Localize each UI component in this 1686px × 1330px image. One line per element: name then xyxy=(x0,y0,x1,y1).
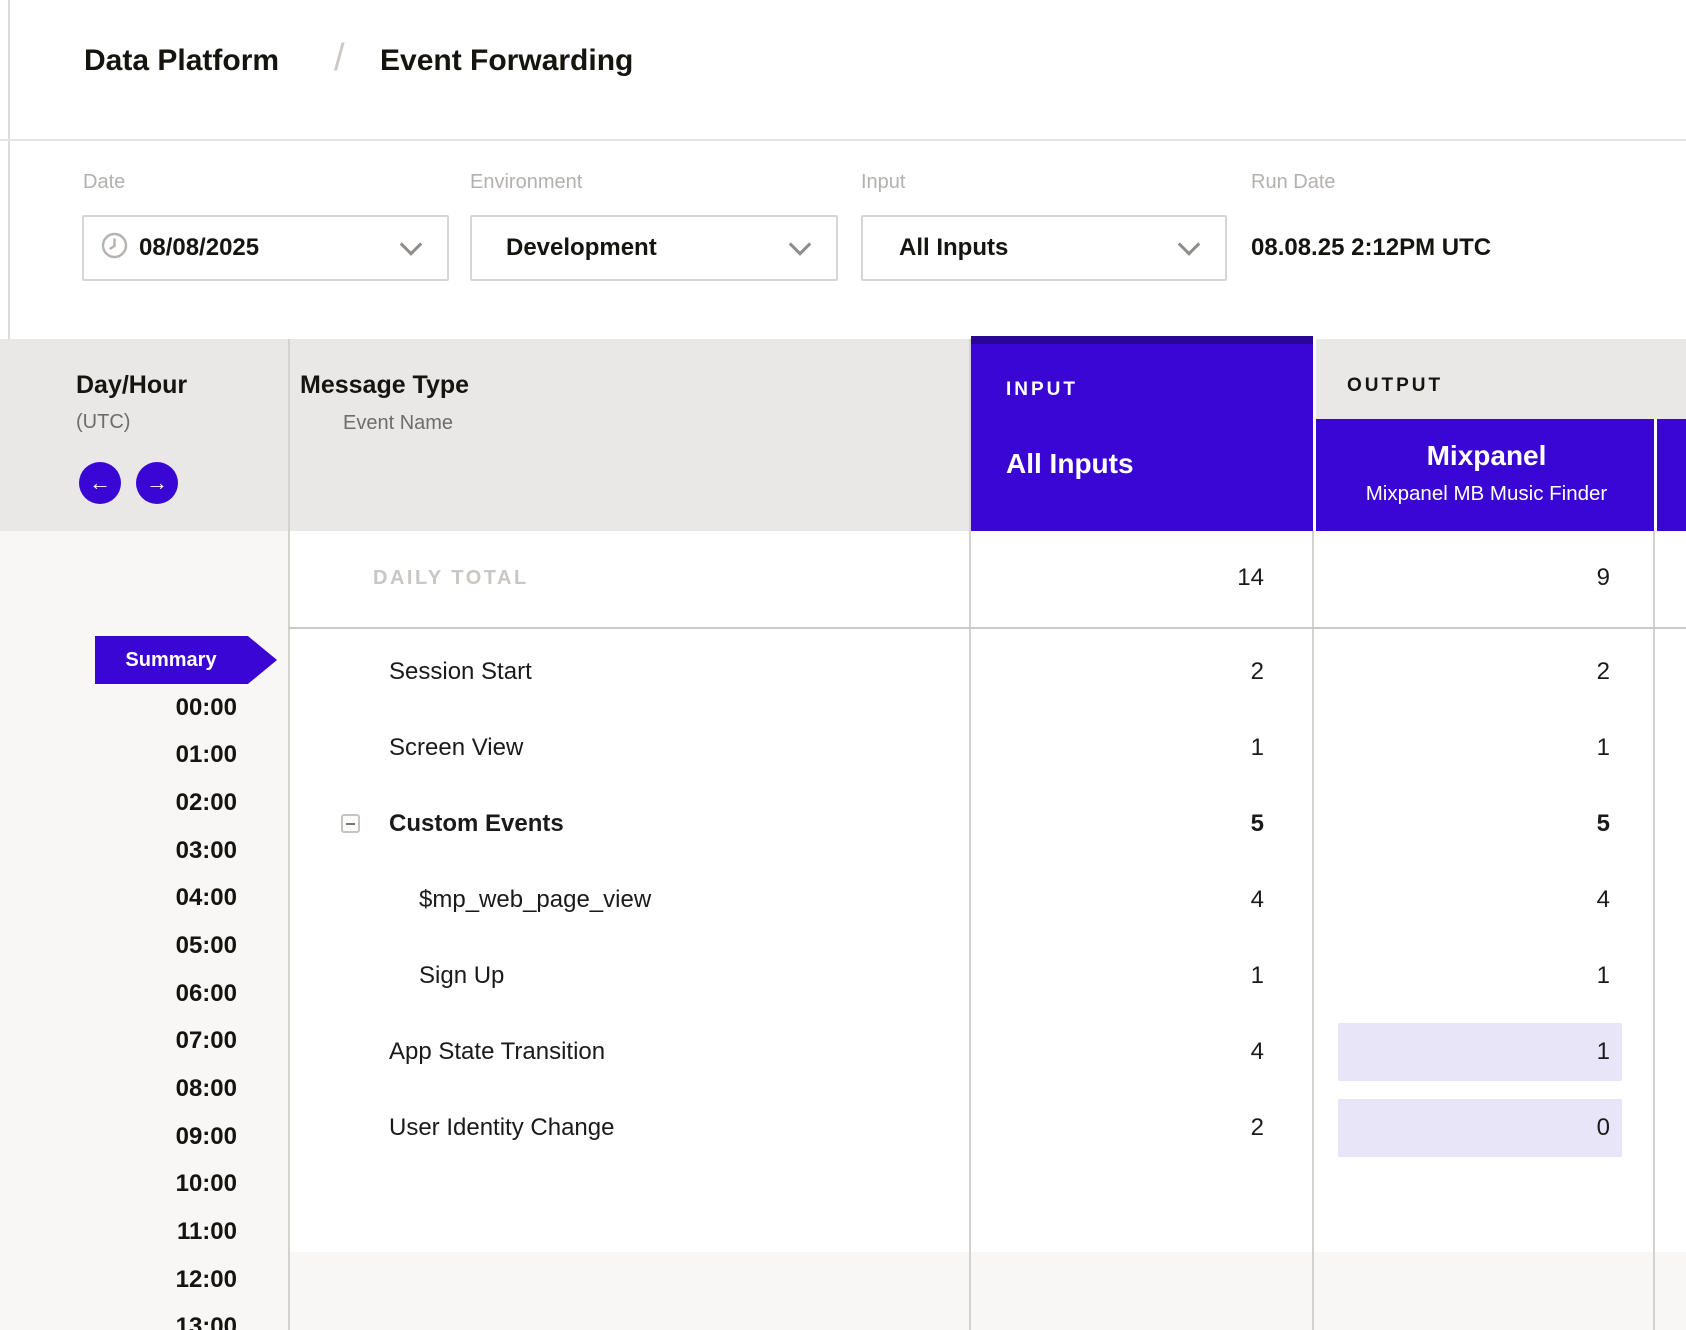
arrow-left-icon: ← xyxy=(89,470,111,495)
output-column-header-partial[interactable] xyxy=(1654,419,1686,532)
hour-row-05[interactable]: 05:00 xyxy=(97,931,237,961)
row-input-value: 2 xyxy=(1184,1113,1264,1143)
day-hour-subtitle: (UTC) xyxy=(76,410,130,434)
hour-row-04[interactable]: 04:00 xyxy=(97,883,237,913)
output-section-label: OUTPUT xyxy=(1347,374,1443,398)
hour-row-12[interactable]: 12:00 xyxy=(97,1265,237,1295)
chevron-down-icon xyxy=(1178,233,1201,256)
daily-total-output-value: 9 xyxy=(1530,563,1610,593)
row-label: $mp_web_page_view xyxy=(419,885,651,915)
previous-day-button[interactable]: ← xyxy=(79,462,121,504)
row-output-value: 1 xyxy=(1530,733,1610,763)
hour-row-11[interactable]: 11:00 xyxy=(97,1217,237,1247)
hour-row-00[interactable]: 00:00 xyxy=(97,693,237,723)
row-input-value: 1 xyxy=(1184,961,1264,991)
row-input-value: 1 xyxy=(1184,733,1264,763)
event-forwarding-page: Data Platform / Event Forwarding Date En… xyxy=(0,0,1686,1330)
output-column-header-mixpanel[interactable]: Mixpanel Mixpanel MB Music Finder xyxy=(1313,419,1657,532)
row-label: User Identity Change xyxy=(389,1113,614,1143)
next-day-button[interactable]: → xyxy=(136,462,178,504)
day-hour-header: Day/Hour xyxy=(76,370,187,400)
row-output-value: 1 xyxy=(1530,961,1610,991)
minus-icon xyxy=(346,823,355,825)
collapse-toggle[interactable] xyxy=(341,814,360,833)
daily-total-divider xyxy=(289,627,1686,629)
row-input-value: 5 xyxy=(1184,809,1264,839)
environment-value: Development xyxy=(506,234,657,262)
row-input-value: 4 xyxy=(1184,885,1264,915)
row-output-value: 1 xyxy=(1530,1037,1610,1067)
run-date-value: 08.08.25 2:12PM UTC xyxy=(1251,215,1491,281)
breadcrumb-separator: / xyxy=(334,33,345,83)
daily-total-label: DAILY TOTAL xyxy=(373,565,529,591)
row-output-value: 2 xyxy=(1530,657,1610,687)
input-dropdown[interactable]: All Inputs xyxy=(861,215,1227,281)
output-column-divider xyxy=(1312,531,1314,1330)
clock-icon xyxy=(101,232,128,264)
date-value: 08/08/2025 xyxy=(139,234,259,262)
message-type-subtitle: Event Name xyxy=(343,411,453,435)
row-output-value: 4 xyxy=(1530,885,1610,915)
hour-row-13[interactable]: 13:00 xyxy=(97,1312,237,1330)
row-label: Session Start xyxy=(389,657,532,687)
row-label: Custom Events xyxy=(389,809,564,839)
row-output-value: 5 xyxy=(1530,809,1610,839)
sidebar-divider xyxy=(288,339,290,1330)
input-column-name: All Inputs xyxy=(1006,448,1134,480)
date-dropdown[interactable]: 08/08/2025 xyxy=(82,215,449,281)
chevron-down-icon xyxy=(789,233,812,256)
partial-column-divider xyxy=(1653,531,1655,1330)
date-filter-label: Date xyxy=(83,170,125,194)
breadcrumb-data-platform[interactable]: Data Platform xyxy=(84,40,279,82)
environment-dropdown[interactable]: Development xyxy=(470,215,838,281)
input-column-header[interactable]: INPUT All Inputs xyxy=(971,336,1316,532)
row-output-value: 0 xyxy=(1530,1113,1610,1143)
row-label: Screen View xyxy=(389,733,523,763)
arrow-right-icon: → xyxy=(146,470,168,495)
input-column-accent-strip xyxy=(971,336,1313,344)
message-type-header: Message Type xyxy=(300,370,469,400)
row-label: Sign Up xyxy=(419,961,504,991)
input-section-label: INPUT xyxy=(1006,378,1078,402)
table-footer-area xyxy=(289,1252,1686,1330)
input-filter-label: Input xyxy=(861,170,905,194)
hour-row-02[interactable]: 02:00 xyxy=(97,788,237,818)
output-column-subtitle: Mixpanel MB Music Finder xyxy=(1316,482,1657,506)
hour-row-07[interactable]: 07:00 xyxy=(97,1026,237,1056)
row-label: App State Transition xyxy=(389,1037,605,1067)
hour-row-10[interactable]: 10:00 xyxy=(97,1169,237,1199)
input-value: All Inputs xyxy=(899,234,1008,262)
row-input-value: 4 xyxy=(1184,1037,1264,1067)
hour-row-01[interactable]: 01:00 xyxy=(97,740,237,770)
input-column-divider xyxy=(969,339,971,1330)
chevron-down-icon xyxy=(400,233,423,256)
hour-row-03[interactable]: 03:00 xyxy=(97,836,237,866)
run-date-label: Run Date xyxy=(1251,170,1336,194)
daily-total-input-value: 14 xyxy=(1184,563,1264,593)
page-title: Event Forwarding xyxy=(380,40,633,82)
environment-filter-label: Environment xyxy=(470,170,582,194)
row-input-value: 2 xyxy=(1184,657,1264,687)
summary-row-selector[interactable]: Summary xyxy=(95,636,277,684)
hour-row-09[interactable]: 09:00 xyxy=(97,1122,237,1152)
header-divider xyxy=(0,139,1686,141)
hour-row-06[interactable]: 06:00 xyxy=(97,979,237,1009)
output-column-name: Mixpanel xyxy=(1316,440,1657,472)
hour-row-08[interactable]: 08:00 xyxy=(97,1074,237,1104)
